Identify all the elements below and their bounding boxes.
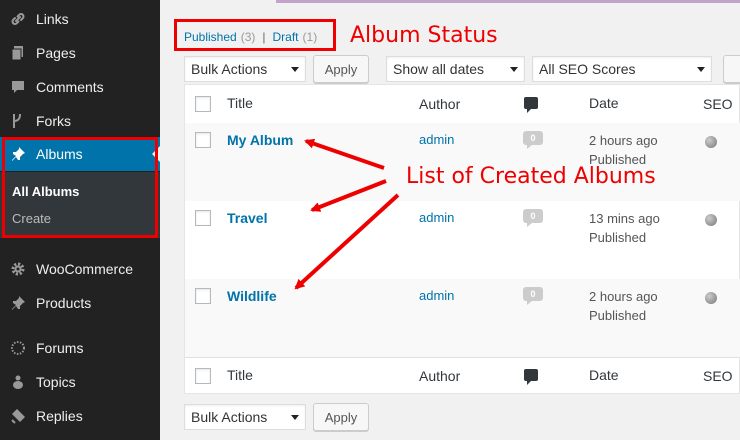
comment-count-badge[interactable]: 0 — [523, 287, 543, 305]
sidebar-item-label: Replies — [36, 408, 83, 424]
sidebar-item-label: Comments — [36, 79, 104, 95]
author-link[interactable]: admin — [419, 132, 454, 147]
post-status: Published — [589, 308, 647, 323]
status-published-count: (3) — [240, 30, 256, 44]
dates-filter-value: Show all dates — [393, 61, 485, 77]
comment-icon — [10, 79, 26, 95]
author-link[interactable]: admin — [419, 288, 454, 303]
column-date[interactable]: Date — [589, 95, 619, 111]
date-cell: 2 hours ago Published — [589, 287, 658, 325]
seo-score-icon — [705, 214, 717, 226]
album-title-link[interactable]: My Album — [227, 132, 293, 148]
select-all-checkbox[interactable] — [195, 96, 211, 112]
bulk-actions-select-bottom[interactable]: Bulk Actions — [184, 404, 306, 430]
link-icon — [10, 11, 26, 27]
comments-column-icon — [524, 369, 538, 385]
chevron-down-icon — [510, 67, 518, 72]
comment-count-badge[interactable]: 0 — [523, 209, 543, 227]
forum-icon — [10, 340, 26, 356]
status-draft-link[interactable]: Draft — [273, 30, 299, 44]
table-row: Wildlife admin 0 2 hours ago Published — [185, 279, 740, 357]
sidebar-item-links[interactable]: Links — [0, 2, 160, 36]
annotation-list-created: List of Created Albums — [406, 164, 656, 189]
sidebar-item-topics[interactable]: Topics — [0, 365, 160, 399]
comment-count-badge[interactable]: 0 — [523, 131, 543, 149]
sidebar-item-label: Topics — [36, 374, 76, 390]
seo-score-icon — [705, 292, 717, 304]
sidebar-item-label: Forums — [36, 340, 84, 356]
table-header: Title Author Date SEO — [185, 85, 740, 124]
fork-icon — [10, 113, 26, 129]
filter-button-partial[interactable] — [723, 55, 740, 83]
sidebar-item-label: Forks — [36, 113, 71, 129]
column-date-footer[interactable]: Date — [589, 367, 619, 383]
sidebar-item-label: Products — [36, 295, 92, 311]
status-links: Published (3) | Draft (1) — [184, 30, 317, 44]
submenu-create[interactable]: Create — [12, 211, 51, 226]
sidebar-item-label: Pages — [36, 45, 76, 61]
albums-table: Title Author Date SEO My Album admin 0 2… — [184, 84, 740, 394]
column-seo: SEO — [703, 96, 733, 112]
chevron-down-icon — [291, 415, 299, 420]
status-published-link[interactable]: Published — [184, 30, 237, 44]
date-relative: 13 mins ago — [589, 211, 660, 226]
select-all-checkbox-footer[interactable] — [195, 368, 211, 384]
sidebar-item-products[interactable]: Products — [0, 286, 160, 320]
column-author: Author — [419, 96, 461, 112]
submenu-all-albums[interactable]: All Albums — [12, 184, 79, 199]
gear-icon — [10, 261, 26, 277]
date-relative: 2 hours ago — [589, 133, 658, 148]
sidebar-item-label: Albums — [36, 146, 83, 162]
apply-button-bottom[interactable]: Apply — [313, 403, 369, 431]
album-title-link[interactable]: Wildlife — [227, 288, 277, 304]
seo-scores-select[interactable]: All SEO Scores — [532, 56, 712, 82]
table-row: My Album admin 0 2 hours ago Published — [185, 123, 740, 201]
reply-icon — [10, 408, 26, 424]
admin-sidebar: Links Pages Comments Forks Albums All Al… — [0, 0, 160, 440]
table-row: Travel admin 0 13 mins ago Published — [185, 201, 740, 279]
comments-column-icon — [524, 97, 538, 113]
apply-button-top[interactable]: Apply — [313, 55, 369, 83]
sidebar-item-forks[interactable]: Forks — [0, 104, 160, 138]
annotation-album-status: Album Status — [350, 23, 498, 48]
author-link[interactable]: admin — [419, 210, 454, 225]
pin-icon — [10, 295, 26, 311]
dates-filter-select[interactable]: Show all dates — [386, 56, 525, 82]
albums-submenu: All Albums Create — [0, 172, 160, 238]
row-checkbox[interactable] — [195, 288, 211, 304]
sidebar-item-label: Links — [36, 11, 69, 27]
sidebar-item-woocommerce[interactable]: WooCommerce — [0, 252, 160, 286]
table-footer: Title Author Date SEO — [185, 357, 740, 394]
date-relative: 2 hours ago — [589, 289, 658, 304]
bulk-actions-value: Bulk Actions — [191, 409, 268, 425]
bulk-actions-select-top[interactable]: Bulk Actions — [184, 56, 306, 82]
status-draft-count: (1) — [302, 30, 318, 44]
chevron-down-icon — [291, 67, 299, 72]
chevron-down-icon — [697, 67, 705, 72]
seo-scores-value: All SEO Scores — [539, 61, 636, 77]
column-seo-footer: SEO — [703, 368, 733, 384]
pin-icon — [10, 146, 26, 162]
column-title[interactable]: Title — [227, 95, 253, 111]
row-checkbox[interactable] — [195, 210, 211, 226]
sidebar-item-comments[interactable]: Comments — [0, 70, 160, 104]
sidebar-item-forums[interactable]: Forums — [0, 331, 160, 365]
sidebar-item-albums[interactable]: Albums — [0, 137, 160, 171]
column-title-footer[interactable]: Title — [227, 367, 253, 383]
bulk-actions-value: Bulk Actions — [191, 61, 268, 77]
pages-icon — [10, 45, 26, 61]
seo-score-icon — [705, 136, 717, 148]
album-title-link[interactable]: Travel — [227, 210, 267, 226]
status-separator: | — [262, 30, 266, 44]
sidebar-item-pages[interactable]: Pages — [0, 36, 160, 70]
top-divider — [276, 0, 740, 3]
row-checkbox[interactable] — [195, 132, 211, 148]
topics-icon — [10, 374, 26, 390]
column-author-footer: Author — [419, 368, 461, 384]
date-cell: 13 mins ago Published — [589, 209, 660, 247]
sidebar-item-label: WooCommerce — [36, 261, 133, 277]
sidebar-item-replies[interactable]: Replies — [0, 399, 160, 433]
post-status: Published — [589, 230, 647, 245]
